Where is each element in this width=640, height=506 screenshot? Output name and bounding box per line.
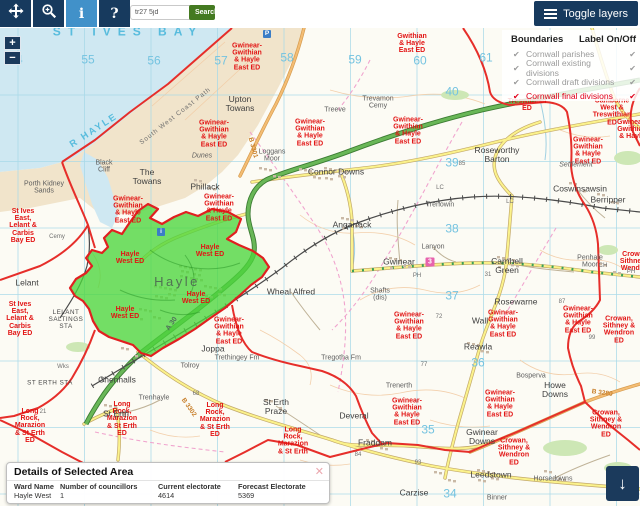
pan-down-button[interactable]: ↓: [606, 466, 639, 501]
toggle-layers-button[interactable]: Toggle layers: [534, 1, 638, 26]
magnifier-plus-icon: [41, 3, 57, 24]
layer-label: Cornwall draft divisions: [526, 77, 623, 87]
pan-tool-button[interactable]: [0, 0, 31, 27]
layer-row-3[interactable]: ✔Cornwall final divisions✔: [502, 89, 640, 103]
details-panel: Details of Selected Area ✕ Ward Name Numb…: [6, 462, 330, 504]
layer-labels-check-icon[interactable]: ✔: [623, 50, 636, 59]
layer-visibility-check-icon[interactable]: ✔: [513, 92, 526, 101]
zoom-out-button[interactable]: −: [4, 51, 21, 65]
layer-visibility-check-icon[interactable]: ✔: [513, 50, 526, 59]
toggle-layers-label: Toggle layers: [563, 8, 628, 20]
details-cell: 5369: [238, 491, 254, 500]
layer-label: Cornwall final divisions: [526, 91, 623, 101]
layer-label: Cornwall existing divisions: [526, 58, 623, 78]
layer-row-1[interactable]: ✔Cornwall existing divisions✔: [502, 61, 640, 75]
info-tool-button[interactable]: i: [66, 0, 97, 27]
layers-panel-title: Boundaries: [511, 34, 563, 45]
layer-labels-check-icon[interactable]: ✔: [623, 64, 636, 73]
info-icon: i: [79, 6, 84, 22]
label-on-off-header[interactable]: Label On/Off: [579, 34, 636, 45]
layers-menu-icon: [544, 7, 557, 21]
details-col-header: Forecast Electorate: [238, 482, 306, 491]
pan-icon: [8, 3, 24, 24]
help-icon: ?: [110, 6, 118, 22]
details-cell: 4614: [158, 491, 174, 500]
layer-labels-check-icon[interactable]: ✔: [623, 92, 636, 101]
details-col-header: Number of councillors: [60, 482, 137, 491]
map-canvas[interactable]: ST IVES BAYR HAYLE5455565758596061403938…: [0, 28, 640, 506]
zoom-tool-button[interactable]: [33, 0, 64, 27]
down-arrow-icon: ↓: [618, 474, 627, 494]
layer-visibility-check-icon[interactable]: ✔: [513, 64, 526, 73]
close-icon[interactable]: ✕: [315, 465, 324, 478]
toolbar: i ? Search Toggle layers: [0, 0, 640, 28]
zoom-in-button[interactable]: +: [4, 36, 21, 50]
zoom-control: + −: [4, 36, 22, 65]
search-input[interactable]: [130, 5, 194, 20]
search-button[interactable]: Search: [189, 5, 215, 20]
details-panel-title: Details of Selected Area: [14, 466, 133, 478]
details-col-header: Ward Name: [14, 482, 54, 491]
layer-row-2[interactable]: ✔Cornwall draft divisions✔: [502, 75, 640, 89]
layers-list: ✔Cornwall parishes✔✔Cornwall existing di…: [502, 47, 640, 103]
stream-layer: [352, 100, 546, 270]
details-value-row: Hayle West 1 4614 5369: [7, 491, 329, 501]
layer-visibility-check-icon[interactable]: ✔: [513, 78, 526, 87]
details-col-header: Current electorate: [158, 482, 221, 491]
layer-labels-check-icon[interactable]: ✔: [623, 78, 636, 87]
details-cell: Hayle West: [14, 491, 51, 500]
layers-panel: Boundaries Label On/Off ✔Cornwall parish…: [502, 30, 640, 101]
details-cell: 1: [60, 491, 64, 500]
help-tool-button[interactable]: ?: [99, 0, 130, 27]
